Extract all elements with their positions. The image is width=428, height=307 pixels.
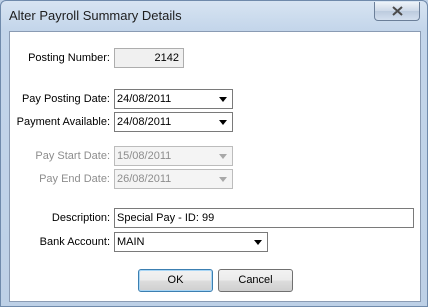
dialog-window: Alter Payroll Summary Details Posting Nu… [0, 0, 428, 307]
chevron-down-icon [215, 171, 231, 187]
pay-posting-date-label: Pay Posting Date: [21, 93, 110, 105]
posting-number-value: 2142 [154, 52, 179, 64]
posting-number-label: Posting Number: [28, 52, 110, 64]
chevron-down-icon[interactable] [250, 234, 266, 250]
payment-available-select[interactable]: 24/08/2011 [114, 112, 233, 132]
pay-start-date-value: 15/08/2011 [117, 150, 172, 162]
pay-start-date-label: Pay Start Date: [35, 150, 110, 162]
payment-available-value: 24/08/2011 [117, 116, 172, 128]
bank-account-value: MAIN [117, 236, 145, 248]
close-button[interactable] [374, 2, 420, 21]
ok-button[interactable]: OK [138, 269, 213, 292]
pay-end-date-label: Pay End Date: [39, 173, 110, 185]
chevron-down-icon [215, 148, 231, 164]
pay-posting-date-select[interactable]: 24/08/2011 [114, 89, 233, 109]
bank-account-select[interactable]: MAIN [114, 232, 268, 252]
posting-number-field: 2142 [114, 48, 184, 68]
description-label: Description: [51, 212, 110, 224]
payment-available-label: Payment Available: [16, 116, 110, 128]
chevron-down-icon[interactable] [215, 114, 231, 130]
bank-account-label: Bank Account: [39, 236, 110, 248]
pay-start-date-select: 15/08/2011 [114, 146, 233, 166]
pay-posting-date-value: 24/08/2011 [117, 93, 172, 105]
chevron-down-icon[interactable] [215, 91, 231, 107]
pay-end-date-value: 26/08/2011 [117, 173, 172, 185]
title-bar[interactable]: Alter Payroll Summary Details [1, 1, 427, 31]
close-x-icon [392, 6, 403, 16]
cancel-button[interactable]: Cancel [218, 269, 293, 292]
description-input[interactable]: Special Pay - ID: 99 [114, 208, 414, 228]
dialog-body: Posting Number: 2142 Pay Posting Date: 2… [9, 31, 421, 302]
window-title: Alter Payroll Summary Details [9, 8, 182, 23]
description-value: Special Pay - ID: 99 [117, 212, 215, 224]
pay-end-date-select: 26/08/2011 [114, 169, 233, 189]
